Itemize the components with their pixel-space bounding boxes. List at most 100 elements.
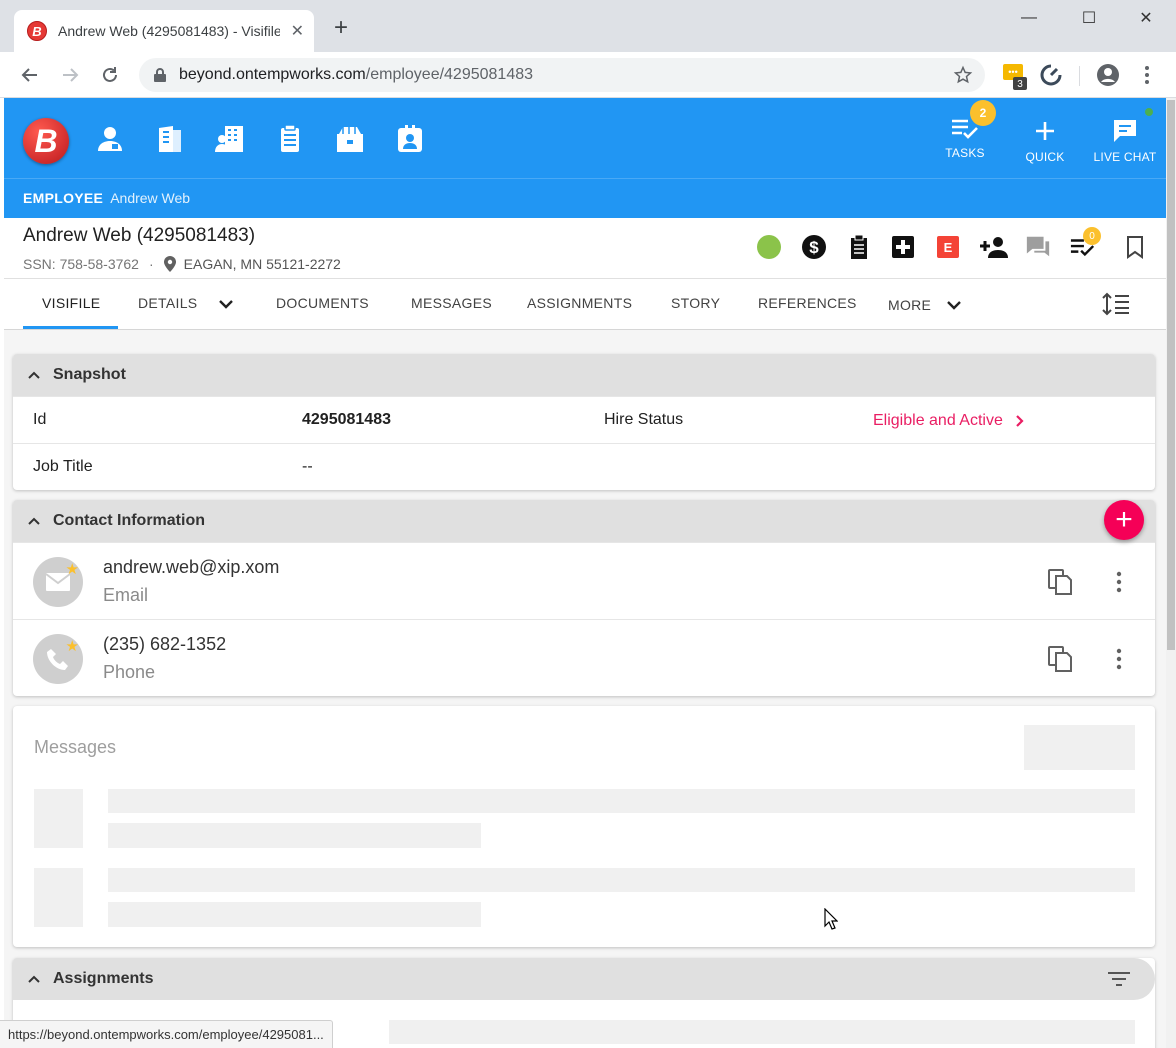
location-pin-icon	[163, 256, 176, 272]
window-close-button[interactable]: ✕	[1120, 0, 1172, 36]
skeleton-line	[108, 789, 1135, 813]
browser-menu-icon[interactable]	[1140, 64, 1154, 91]
primary-star-icon: ★	[65, 638, 79, 655]
assignments-header[interactable]: Assignments	[13, 958, 1155, 1000]
job-icon[interactable]	[333, 122, 367, 156]
new-tab-button[interactable]: +	[327, 14, 355, 42]
snapshot-title: Snapshot	[53, 366, 126, 383]
tab-details[interactable]: DETAILS	[138, 295, 197, 311]
bookmark-star-icon[interactable]	[953, 65, 973, 85]
id-label: Id	[33, 411, 47, 428]
reload-icon[interactable]	[95, 60, 125, 90]
comments-icon[interactable]	[1025, 234, 1051, 260]
record-header: Andrew Web (4295081483) SSN: 758-58-3762…	[4, 218, 1166, 278]
phone-value: (235) 682-1352	[103, 634, 227, 654]
contact-card-icon[interactable]	[393, 122, 427, 156]
address-bar[interactable]: beyond.ontempworks.com/employee/42950814…	[139, 58, 985, 92]
tab-documents[interactable]: DOCUMENTS	[276, 295, 369, 311]
company-icon[interactable]	[213, 122, 247, 156]
id-value: 4295081483	[302, 411, 391, 428]
tab-favicon-icon: B	[27, 21, 47, 41]
density-toggle-icon[interactable]	[1101, 292, 1131, 316]
email-value: andrew.web@xip.xom	[103, 557, 280, 577]
chat-icon	[1114, 120, 1136, 142]
collapse-chevron-up-icon[interactable]	[27, 370, 41, 380]
snapshot-card: Snapshot Id 4295081483 Hire Status Eligi…	[13, 354, 1155, 490]
forward-icon[interactable]	[55, 60, 85, 90]
page-scrollbar-thumb[interactable]	[1167, 100, 1175, 650]
skeleton-avatar	[34, 789, 83, 848]
svg-text:•••: •••	[1008, 67, 1017, 77]
tab-story[interactable]: STORY	[671, 295, 720, 311]
breadcrumb-name[interactable]: Andrew Web	[110, 190, 190, 206]
employee-icon[interactable]	[93, 122, 127, 156]
tab-more[interactable]: MORE	[888, 297, 931, 313]
tab-close-icon[interactable]: ✕	[291, 21, 304, 41]
tab-messages[interactable]: MESSAGES	[411, 295, 492, 311]
profile-icon[interactable]	[1096, 63, 1120, 92]
collapse-chevron-up-icon[interactable]	[27, 974, 41, 984]
breadcrumb: EMPLOYEE Andrew Web	[23, 190, 190, 206]
window-maximize-button[interactable]: ☐	[1063, 0, 1115, 36]
messages-card: Messages	[13, 706, 1155, 947]
more-chevron-down-icon[interactable]	[945, 296, 963, 314]
active-tab-indicator	[23, 326, 118, 329]
quick-button[interactable]: QUICK	[1005, 116, 1085, 164]
toolbar-divider	[1079, 66, 1080, 86]
email-type: Email	[103, 585, 149, 605]
record-title: Andrew Web (4295081483)	[23, 225, 256, 246]
more-options-icon[interactable]	[1114, 570, 1124, 594]
browser-tabstrip: B Andrew Web (4295081483) - Visifile ✕ +…	[0, 0, 1176, 52]
browser-tab[interactable]: B Andrew Web (4295081483) - Visifile ✕	[14, 10, 314, 52]
collapse-chevron-up-icon[interactable]	[27, 516, 41, 526]
pay-icon[interactable]: $	[801, 234, 827, 260]
details-chevron-down-icon[interactable]	[217, 295, 235, 313]
ssn-text: SSN: 758-58-3762	[23, 256, 139, 272]
mouse-cursor-icon	[824, 908, 838, 930]
tab-assignments[interactable]: ASSIGNMENTS	[527, 295, 632, 311]
clipboard-icon[interactable]	[846, 234, 872, 260]
primary-star-icon: ★	[65, 561, 79, 578]
svg-text:$: $	[809, 238, 819, 257]
plus-icon	[1036, 122, 1054, 140]
hire-status-link[interactable]: Eligible and Active	[873, 412, 1025, 430]
add-person-icon[interactable]	[979, 234, 1011, 260]
skeleton-button	[1024, 725, 1135, 770]
snapshot-header[interactable]: Snapshot	[13, 354, 1155, 396]
filter-icon[interactable]	[1107, 971, 1131, 987]
tab-title: Andrew Web (4295081483) - Visifile	[58, 23, 280, 39]
more-options-icon[interactable]	[1114, 647, 1124, 671]
bookmark-icon[interactable]	[1122, 234, 1148, 260]
messages-title: Messages	[34, 737, 117, 757]
contact-header[interactable]: Contact Information	[13, 500, 1155, 542]
status-indicator[interactable]	[756, 234, 782, 260]
breadcrumb-type: EMPLOYEE	[23, 190, 104, 206]
add-contact-button[interactable]: +	[1104, 500, 1144, 540]
extension-gauge-icon[interactable]	[1040, 64, 1062, 91]
order-icon[interactable]	[273, 122, 307, 156]
back-icon[interactable]	[15, 60, 45, 90]
extension-message-icon[interactable]: ••• 3	[1001, 62, 1031, 97]
copy-icon[interactable]	[1047, 645, 1073, 673]
snapshot-row-job-title: Job Title --	[13, 443, 1155, 490]
app-logo[interactable]: B	[23, 118, 69, 164]
tab-visifile[interactable]: VISIFILE	[42, 295, 100, 311]
phone-type: Phone	[103, 662, 156, 682]
medical-icon[interactable]	[890, 234, 916, 260]
chevron-right-icon	[1016, 415, 1024, 427]
tasks-button[interactable]: TASKS	[925, 116, 1005, 160]
copy-icon[interactable]	[1047, 568, 1073, 596]
address-url: beyond.ontempworks.com/employee/42950814…	[179, 66, 534, 83]
contact-row-email[interactable]: ★ andrew.web@xip.xom Email	[13, 542, 1155, 619]
live-chat-button[interactable]: LIVE CHAT	[1085, 116, 1165, 164]
hire-status-label: Hire Status	[604, 411, 684, 428]
skeleton-line	[108, 823, 481, 848]
hire-status-value: Eligible and Active	[873, 412, 1003, 429]
window-minimize-button[interactable]: —	[1003, 0, 1055, 36]
location-text: EAGAN, MN 55121-2272	[183, 256, 341, 272]
e-verify-badge[interactable]: E	[935, 234, 961, 260]
tab-references[interactable]: REFERENCES	[758, 295, 857, 311]
alerts-count-badge: 0	[1083, 227, 1101, 245]
contact-row-phone[interactable]: ★ (235) 682-1352 Phone	[13, 619, 1155, 696]
customer-icon[interactable]	[153, 122, 187, 156]
